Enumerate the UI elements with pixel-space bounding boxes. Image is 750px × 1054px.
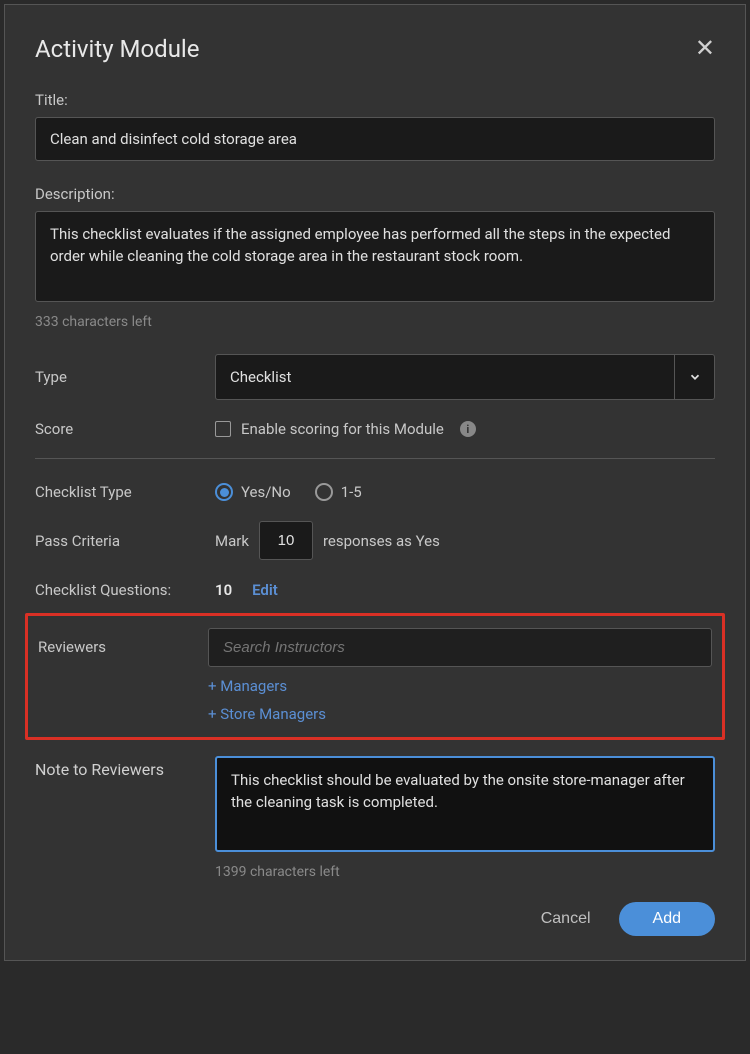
- checklist-type-radio-group: Yes/No 1-5: [215, 483, 715, 501]
- info-icon[interactable]: i: [460, 421, 476, 437]
- score-label: Score: [35, 420, 215, 438]
- activity-module-modal: Activity Module ✕ Title: Description: 33…: [4, 4, 746, 961]
- description-chars-left: 333 characters left: [35, 314, 715, 330]
- chevron-down-icon: [674, 355, 714, 399]
- description-textarea[interactable]: [35, 211, 715, 302]
- cancel-button[interactable]: Cancel: [541, 910, 591, 928]
- pass-prefix: Mark: [215, 532, 249, 550]
- add-button[interactable]: Add: [619, 902, 715, 936]
- description-field-group: Description: 333 characters left: [35, 185, 715, 330]
- pass-criteria-row: Pass Criteria Mark responses as Yes: [35, 521, 715, 560]
- type-select-value: Checklist: [216, 355, 674, 399]
- reviewers-highlight: Reviewers + Managers + Store Managers: [25, 613, 725, 740]
- pass-criteria-control: Mark responses as Yes: [215, 521, 715, 560]
- modal-title: Activity Module: [35, 35, 200, 63]
- type-row: Type Checklist: [35, 354, 715, 400]
- checklist-questions-row: Checklist Questions: 10 Edit: [35, 580, 715, 599]
- modal-footer: Cancel Add: [35, 902, 715, 936]
- divider: [35, 458, 715, 459]
- type-select[interactable]: Checklist: [215, 354, 715, 400]
- reviewers-row: Reviewers + Managers + Store Managers: [38, 628, 712, 723]
- radio-yes-no-label: Yes/No: [241, 483, 291, 501]
- checklist-type-label: Checklist Type: [35, 483, 215, 501]
- title-input[interactable]: [35, 117, 715, 161]
- pass-suffix: responses as Yes: [323, 532, 440, 550]
- radio-icon: [315, 483, 333, 501]
- checklist-type-row: Checklist Type Yes/No 1-5: [35, 483, 715, 501]
- score-checkbox-wrap: Enable scoring for this Module i: [215, 420, 715, 438]
- note-chars-left: 1399 characters left: [215, 864, 715, 880]
- pass-count-input[interactable]: [259, 521, 313, 560]
- score-checkbox[interactable]: [215, 421, 231, 437]
- reviewers-label: Reviewers: [38, 628, 208, 656]
- title-label: Title:: [35, 91, 715, 109]
- add-store-managers-link[interactable]: + Store Managers: [208, 705, 712, 723]
- pass-criteria-label: Pass Criteria: [35, 532, 215, 550]
- type-label: Type: [35, 368, 215, 386]
- note-textarea[interactable]: [215, 756, 715, 852]
- add-managers-link[interactable]: + Managers: [208, 677, 712, 695]
- checklist-questions-label: Checklist Questions:: [35, 581, 215, 599]
- reviewers-search-input[interactable]: [208, 628, 712, 667]
- radio-1-5[interactable]: 1-5: [315, 483, 362, 501]
- modal-header: Activity Module ✕: [35, 35, 715, 63]
- radio-icon: [215, 483, 233, 501]
- edit-questions-link[interactable]: Edit: [252, 581, 278, 599]
- radio-1-5-label: 1-5: [341, 483, 362, 501]
- note-label: Note to Reviewers: [35, 756, 215, 779]
- note-row: Note to Reviewers 1399 characters left: [35, 756, 715, 880]
- close-button[interactable]: ✕: [695, 37, 715, 61]
- radio-yes-no[interactable]: Yes/No: [215, 483, 291, 501]
- score-checkbox-label: Enable scoring for this Module: [241, 420, 444, 438]
- checklist-questions-count: 10: [215, 581, 232, 599]
- score-row: Score Enable scoring for this Module i: [35, 420, 715, 438]
- title-field-group: Title:: [35, 91, 715, 161]
- description-label: Description:: [35, 185, 715, 203]
- close-icon: ✕: [695, 35, 715, 62]
